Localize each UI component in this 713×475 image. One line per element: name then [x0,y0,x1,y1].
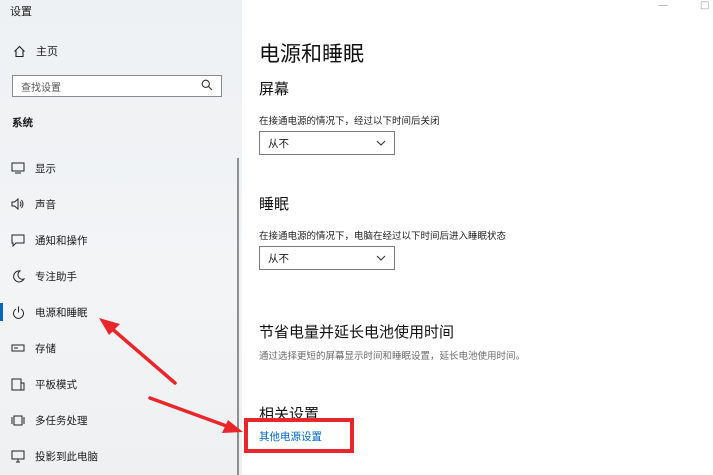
arrow-to-link [148,396,243,433]
annotation-arrows [99,318,243,433]
arrow-to-sidebar [99,318,177,385]
